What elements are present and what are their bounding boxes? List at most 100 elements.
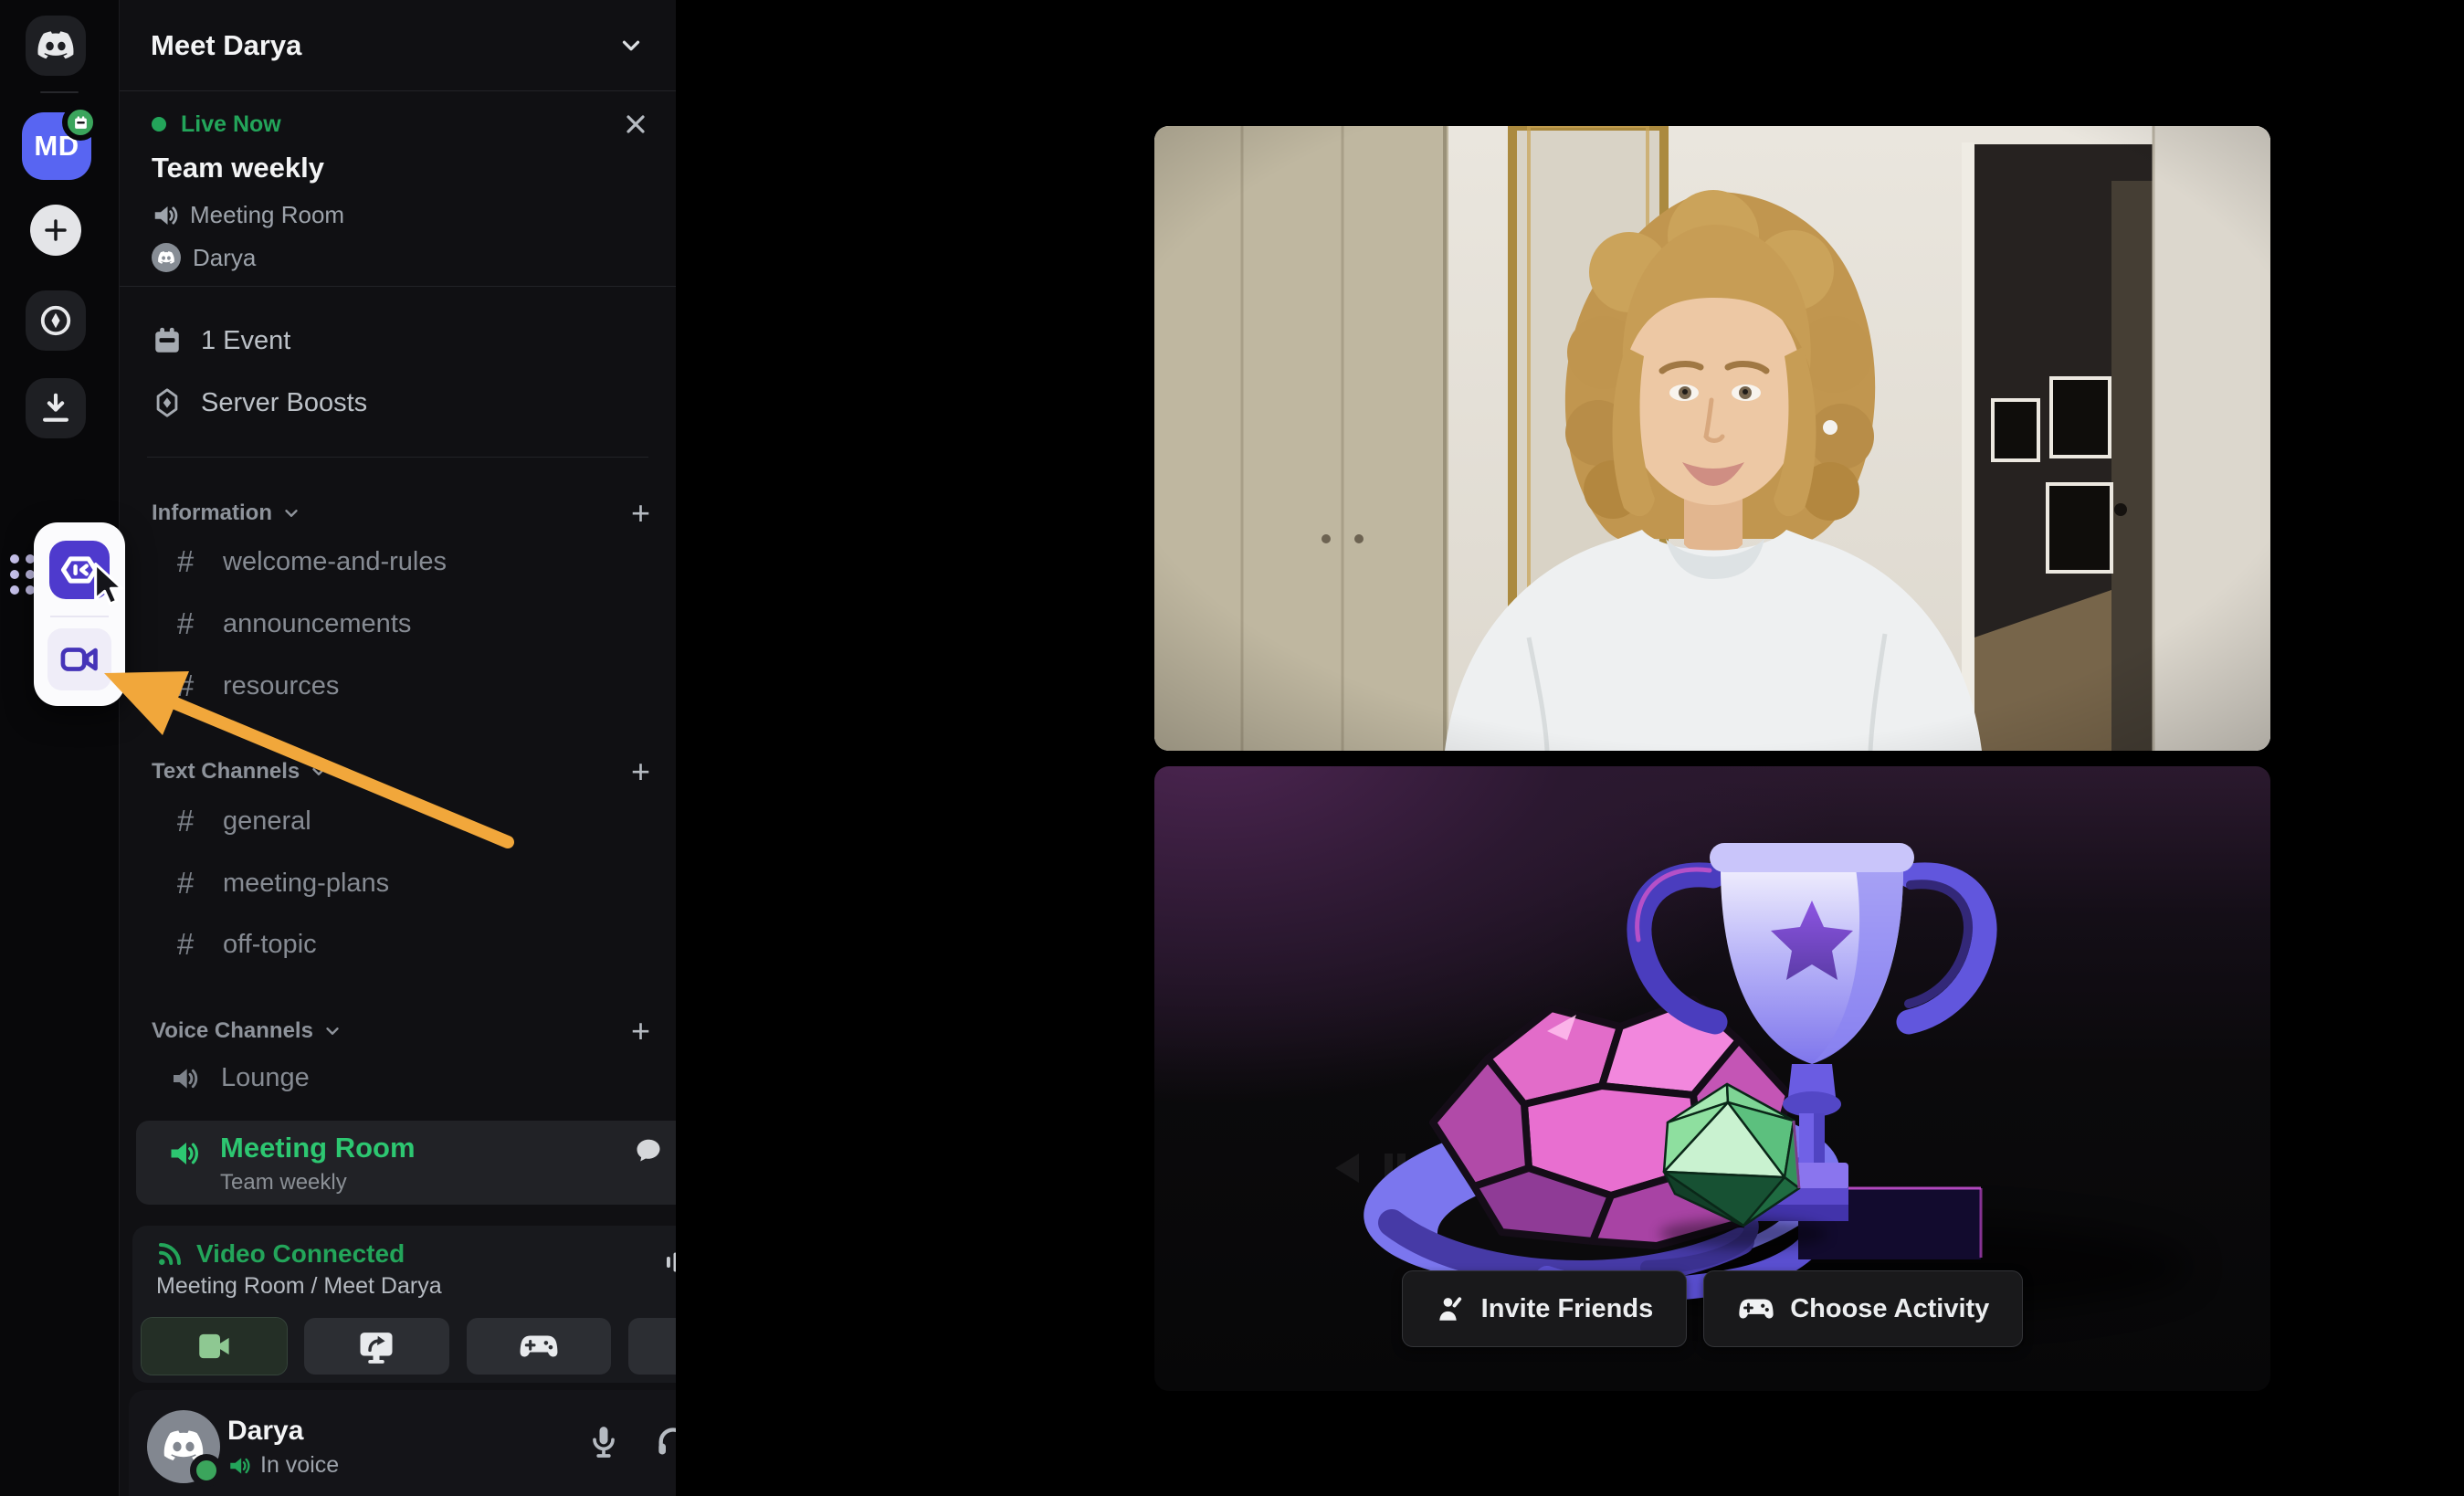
connection-location: Meeting Room / Meet Darya [156,1273,442,1300]
live-dot [152,117,166,132]
mute-mic-icon[interactable] [585,1423,622,1459]
boosts-label: Server Boosts [201,388,367,418]
category-voice-channels[interactable]: Voice Channels + [152,1015,650,1048]
server-header[interactable]: Meet Darya [120,0,676,91]
open-chat-icon[interactable] [635,1136,662,1164]
events-menu-item[interactable]: 1 Event [152,325,290,356]
category-label: Text Channels [152,759,300,785]
channel-name: welcome-and-rules [223,547,447,577]
channel-meeting-plans[interactable]: # meeting-plans [170,866,389,901]
speaker-icon [170,1064,199,1093]
widget-bot-app-button[interactable] [49,541,110,599]
voice-status-text: In voice [260,1452,339,1479]
channel-name: meeting-plans [223,869,389,899]
download-apps-button[interactable] [26,378,86,438]
plus-icon [42,216,69,244]
connection-status-text: Video Connected [196,1239,405,1269]
channel-general[interactable]: # general [170,804,311,838]
speaker-icon-active [167,1137,200,1170]
channel-announcements[interactable]: # announcements [170,606,411,641]
sidebar-divider [147,457,648,458]
voice-channel-lounge[interactable]: Lounge [170,1063,310,1093]
chevron-down-icon [322,1021,342,1041]
category-text-channels[interactable]: Text Channels + [152,755,650,788]
channel-off-topic[interactable]: # off-topic [170,927,317,962]
camera-toggle-button[interactable] [142,1318,287,1375]
person-wave-icon [1436,1293,1467,1324]
chevron-down-icon [281,503,301,523]
download-icon [38,391,73,426]
live-channel-name: Meeting Room [190,201,344,229]
category-label: Voice Channels [152,1018,313,1044]
screen-share-button[interactable] [304,1318,449,1375]
game-controller-icon [1737,1294,1775,1323]
channel-name: Lounge [221,1063,310,1093]
server-boosts-menu-item[interactable]: Server Boosts [152,387,367,418]
discord-app-window: MD Meet Darya Live Now [0,0,2464,1496]
stream-signal-icon [156,1240,184,1268]
screen-share-icon [357,1327,395,1365]
channel-name: general [223,806,311,837]
choose-activity-button[interactable]: Choose Activity [1703,1270,2023,1347]
floating-pip-widget[interactable] [34,522,125,706]
boost-icon [152,387,183,418]
widget-camera-button[interactable] [47,628,111,690]
add-server-button[interactable] [30,205,81,256]
dismiss-live-button[interactable] [621,110,650,139]
chevron-down-icon [309,762,329,782]
explore-servers-button[interactable] [26,290,86,351]
channel-welcome-and-rules[interactable]: # welcome-and-rules [170,544,447,579]
video-camera-icon [195,1327,233,1365]
invite-friends-label: Invite Friends [1481,1294,1654,1324]
robot-bot-icon [59,553,100,587]
live-now-badge: Live Now [181,111,281,138]
hash-icon: # [170,927,201,962]
speaker-icon [152,202,179,229]
add-channel-button[interactable]: + [631,497,650,530]
add-channel-button[interactable]: + [631,1015,650,1048]
hash-icon: # [170,606,201,641]
channel-name: off-topic [223,930,317,960]
hash-icon: # [170,544,201,579]
live-channel-row[interactable]: Meeting Room [152,201,344,229]
chevron-down-icon [617,32,645,59]
home-button[interactable] [26,16,86,76]
user-avatar[interactable] [147,1410,220,1483]
calendar-icon [152,325,183,356]
live-event-title-row[interactable]: Team weekly [152,152,324,184]
live-now-section: Live Now Team weekly Meeting Room Darya [120,91,676,287]
live-host-name: Darya [193,244,256,272]
activity-actions: Invite Friends Choose Activity [1154,1270,2270,1347]
active-voice-channel-name: Meeting Room [220,1132,416,1164]
live-event-title: Team weekly [152,152,324,184]
participant-video-tile[interactable] [1154,126,2270,751]
live-now-row: Live Now [152,110,650,139]
channel-sidebar: Meet Darya Live Now Team weekly Meeting … [119,0,676,1496]
activity-tile[interactable]: Invite Friends Choose Activity [1154,766,2270,1391]
choose-activity-label: Choose Activity [1790,1294,1989,1324]
calendar-badge-icon [73,115,89,131]
online-status-dot [190,1454,223,1487]
server-name: Meet Darya [151,29,617,62]
connection-status: Video Connected [156,1239,405,1269]
close-icon [621,110,650,139]
discord-logo-icon [36,31,76,61]
widget-divider [50,616,109,617]
channel-name: resources [223,671,339,701]
add-channel-button[interactable]: + [631,755,650,788]
channel-resources[interactable]: # resources [170,669,339,703]
activities-button[interactable] [467,1318,612,1375]
category-information[interactable]: Information + [152,497,650,530]
game-controller-icon [518,1330,560,1363]
invite-friends-button[interactable]: Invite Friends [1402,1270,1688,1347]
rail-divider [40,91,79,93]
category-label: Information [152,500,272,526]
webcam-video-frame [1154,126,2270,751]
server-rail: MD [0,0,119,1496]
widget-drag-handle[interactable] [9,553,35,595]
host-avatar [152,243,181,272]
server-icon-meet-darya[interactable]: MD [22,112,91,180]
video-camera-outline-icon [60,644,99,675]
channel-name: announcements [223,609,411,639]
live-host-row: Darya [152,243,256,272]
